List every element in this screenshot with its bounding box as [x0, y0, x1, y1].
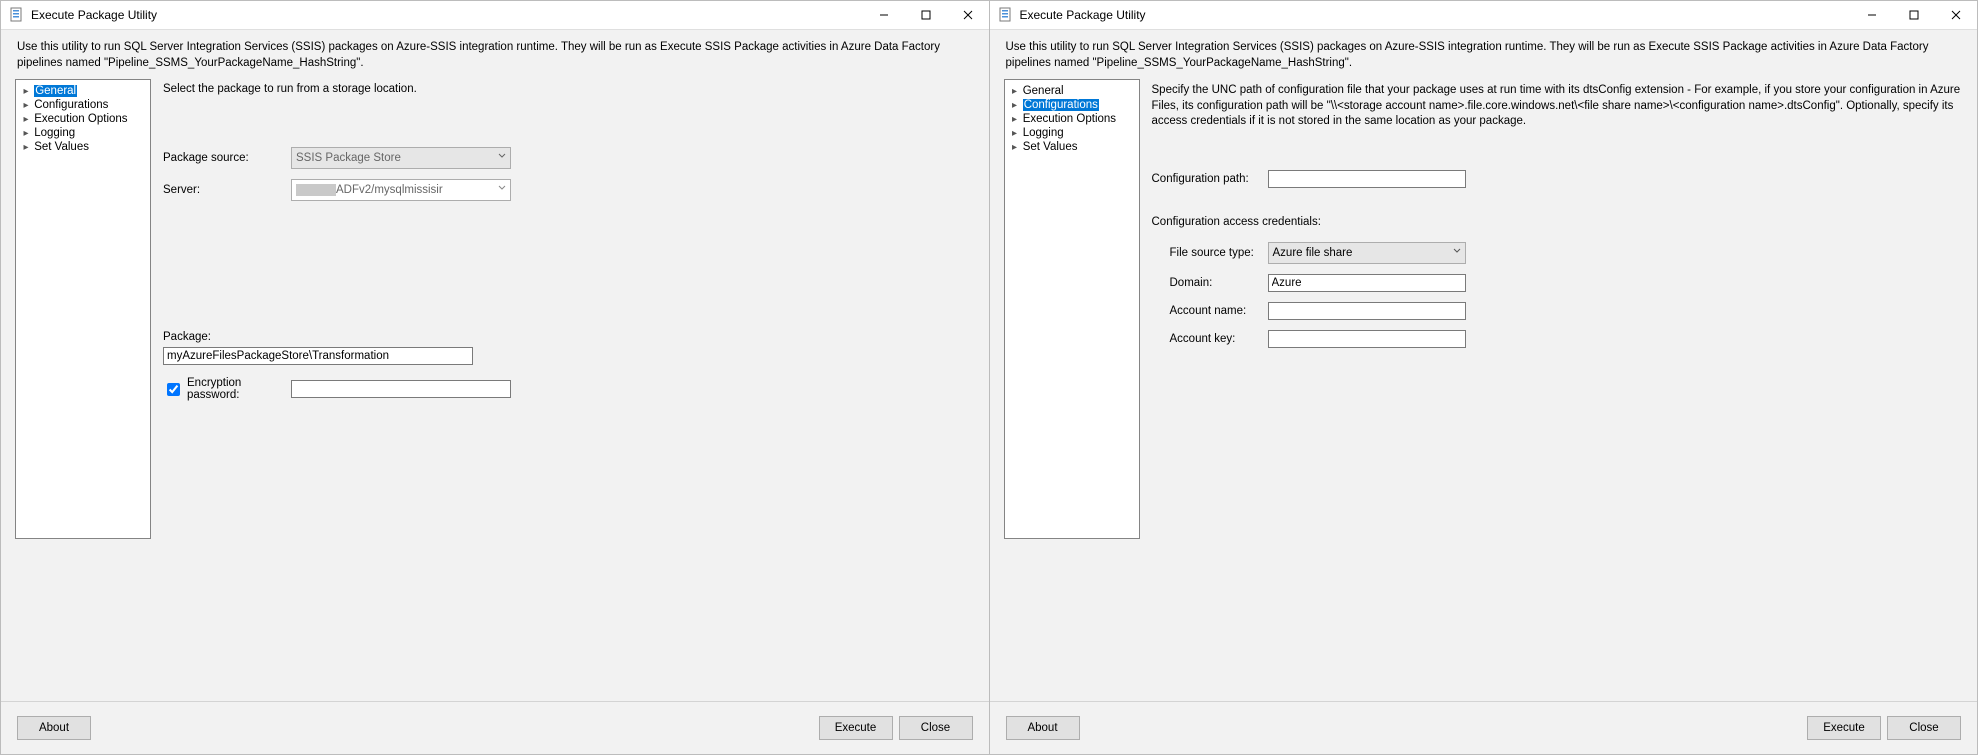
account-name-input[interactable]: [1268, 302, 1466, 320]
nav-set-values[interactable]: ▸ Set Values: [1007, 140, 1137, 154]
server-select[interactable]: ADFv2/mysqlmissisir: [291, 179, 511, 201]
label-domain: Domain:: [1170, 277, 1268, 289]
credentials-header: Configuration access credentials:: [1152, 216, 1964, 228]
chevron-down-icon: [498, 152, 506, 160]
nav-logging[interactable]: ▸ Logging: [18, 126, 148, 140]
chevron-icon: ▸: [1010, 100, 1020, 111]
account-key-input[interactable]: [1268, 330, 1466, 348]
nav-execution-options[interactable]: ▸ Execution Options: [1007, 112, 1137, 126]
description: Use this utility to run SQL Server Integ…: [1, 30, 989, 79]
label-server: Server:: [163, 184, 291, 196]
package-input[interactable]: [163, 347, 473, 365]
chevron-icon: ▸: [1010, 142, 1020, 153]
window-title: Execute Package Utility: [1020, 8, 1852, 22]
instruction: Select the package to run from a storage…: [163, 83, 975, 95]
maximize-button[interactable]: [905, 1, 947, 29]
minimize-button[interactable]: [1851, 1, 1893, 29]
window-configurations: Execute Package Utility Use this utility…: [990, 0, 1978, 755]
nav-tree: ▸ General ▸ Configurations ▸ Execution O…: [15, 79, 151, 539]
chevron-icon: ▸: [21, 100, 31, 111]
encryption-password-checkbox[interactable]: [167, 383, 180, 396]
execute-button[interactable]: Execute: [819, 716, 893, 740]
chevron-icon: ▸: [1010, 114, 1020, 125]
about-button[interactable]: About: [17, 716, 91, 740]
nav-execution-options[interactable]: ▸ Execution Options: [18, 112, 148, 126]
chevron-icon: ▸: [21, 114, 31, 125]
content-general: Select the package to run from a storage…: [163, 79, 975, 693]
app-icon: [9, 7, 25, 23]
nav-configurations[interactable]: ▸ Configurations: [1007, 98, 1137, 112]
close-button[interactable]: [947, 1, 989, 29]
label-package: Package:: [163, 331, 975, 343]
about-button[interactable]: About: [1006, 716, 1080, 740]
content-configurations: Specify the UNC path of configuration fi…: [1152, 79, 1964, 693]
label-file-source-type: File source type:: [1170, 247, 1268, 259]
file-source-type-select[interactable]: Azure file share: [1268, 242, 1466, 264]
execute-button[interactable]: Execute: [1807, 716, 1881, 740]
close-footer-button[interactable]: Close: [899, 716, 973, 740]
chevron-icon: ▸: [1010, 86, 1020, 97]
minimize-button[interactable]: [863, 1, 905, 29]
label-encryption-password: Encryption password:: [187, 377, 291, 401]
titlebar: Execute Package Utility: [1, 1, 989, 30]
redacted-segment: [296, 184, 336, 196]
domain-input[interactable]: [1268, 274, 1466, 292]
label-account-key: Account key:: [1170, 333, 1268, 345]
close-footer-button[interactable]: Close: [1887, 716, 1961, 740]
chevron-icon: ▸: [21, 142, 31, 153]
chevron-icon: ▸: [21, 86, 31, 97]
nav-general[interactable]: ▸ General: [18, 84, 148, 98]
titlebar: Execute Package Utility: [990, 1, 1978, 30]
maximize-button[interactable]: [1893, 1, 1935, 29]
nav-configurations[interactable]: ▸ Configurations: [18, 98, 148, 112]
configuration-path-input[interactable]: [1268, 170, 1466, 188]
chevron-icon: ▸: [21, 128, 31, 139]
chevron-icon: ▸: [1010, 128, 1020, 139]
window-general: Execute Package Utility Use this utility…: [0, 0, 990, 755]
app-icon: [998, 7, 1014, 23]
chevron-down-icon: [498, 184, 506, 192]
label-package-source: Package source:: [163, 152, 291, 164]
window-title: Execute Package Utility: [31, 8, 863, 22]
description: Use this utility to run SQL Server Integ…: [990, 30, 1978, 79]
label-account-name: Account name:: [1170, 305, 1268, 317]
nav-general[interactable]: ▸ General: [1007, 84, 1137, 98]
instruction: Specify the UNC path of configuration fi…: [1152, 83, 1964, 130]
nav-set-values[interactable]: ▸ Set Values: [18, 140, 148, 154]
close-button[interactable]: [1935, 1, 1977, 29]
label-configuration-path: Configuration path:: [1152, 173, 1268, 185]
nav-logging[interactable]: ▸ Logging: [1007, 126, 1137, 140]
package-source-select[interactable]: SSIS Package Store: [291, 147, 511, 169]
encryption-password-input[interactable]: [291, 380, 511, 398]
nav-tree: ▸ General ▸ Configurations ▸ Execution O…: [1004, 79, 1140, 539]
chevron-down-icon: [1453, 247, 1461, 255]
